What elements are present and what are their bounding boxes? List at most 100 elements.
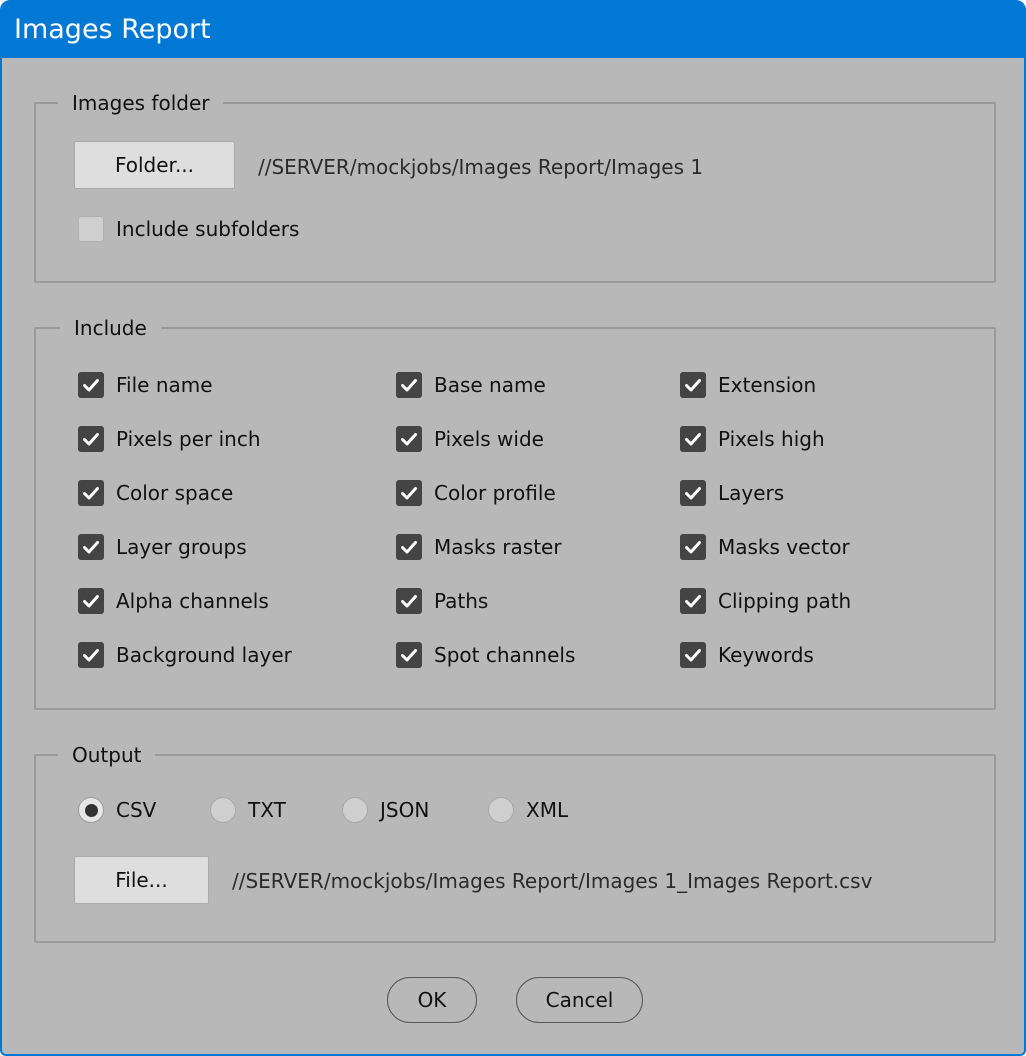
window-title: Images Report [14, 14, 211, 45]
check-icon [684, 538, 702, 556]
checkbox-box[interactable] [396, 642, 422, 668]
checkbox-pixels-per-inch[interactable]: Pixels per inch [78, 426, 261, 452]
checkbox-box[interactable] [680, 372, 706, 398]
checkbox-label: Layers [718, 481, 785, 505]
checkbox-alpha-channels[interactable]: Alpha channels [78, 588, 269, 614]
checkbox-label: Paths [434, 589, 489, 613]
checkbox-box[interactable] [396, 480, 422, 506]
file-button[interactable]: File... [74, 856, 209, 904]
check-icon [82, 376, 100, 394]
cancel-button[interactable]: Cancel [516, 977, 643, 1023]
checkbox-box[interactable] [680, 642, 706, 668]
check-icon [82, 430, 100, 448]
checkbox-layer-groups[interactable]: Layer groups [78, 534, 247, 560]
checkbox-base-name[interactable]: Base name [396, 372, 546, 398]
radio-json[interactable]: JSON [342, 797, 429, 823]
check-icon [82, 484, 100, 502]
checkbox-label: Pixels high [718, 427, 825, 451]
include-subfolders-box[interactable] [78, 216, 104, 242]
checkbox-clipping-path[interactable]: Clipping path [680, 588, 851, 614]
radio-txt[interactable]: TXT [210, 797, 286, 823]
checkbox-box[interactable] [680, 534, 706, 560]
checkbox-label: File name [116, 373, 213, 397]
checkbox-pixels-wide[interactable]: Pixels wide [396, 426, 544, 452]
check-icon [684, 592, 702, 610]
images-report-dialog: Images Report Images folder Folder... //… [0, 0, 1026, 1056]
checkbox-masks-raster[interactable]: Masks raster [396, 534, 562, 560]
check-icon [684, 484, 702, 502]
checkbox-background-layer[interactable]: Background layer [78, 642, 292, 668]
checkbox-box[interactable] [396, 426, 422, 452]
checkbox-label: Clipping path [718, 589, 852, 613]
folder-button[interactable]: Folder... [74, 141, 235, 189]
check-icon [684, 646, 702, 664]
title-bar: Images Report [2, 0, 1024, 58]
checkbox-box[interactable] [680, 588, 706, 614]
checkbox-box[interactable] [396, 588, 422, 614]
checkbox-label: Keywords [718, 643, 814, 667]
radio-xml[interactable]: XML [488, 797, 568, 823]
checkbox-box[interactable] [396, 372, 422, 398]
check-icon [684, 430, 702, 448]
include-subfolders-label: Include subfolders [116, 217, 300, 241]
checkbox-pixels-high[interactable]: Pixels high [680, 426, 825, 452]
checkbox-label: Color profile [434, 481, 556, 505]
checkbox-box[interactable] [680, 426, 706, 452]
checkbox-masks-vector[interactable]: Masks vector [680, 534, 850, 560]
checkbox-label: Pixels wide [434, 427, 544, 451]
checkbox-paths[interactable]: Paths [396, 588, 488, 614]
radio-circle[interactable] [342, 797, 368, 823]
check-icon [400, 430, 418, 448]
ok-button[interactable]: OK [387, 977, 477, 1023]
checkbox-color-profile[interactable]: Color profile [396, 480, 556, 506]
checkbox-label: Layer groups [116, 535, 247, 559]
output-group: Output [34, 740, 996, 943]
checkbox-layers[interactable]: Layers [680, 480, 784, 506]
checkbox-box[interactable] [680, 480, 706, 506]
output-file-path: //SERVER/mockjobs/Images Report/Images 1… [232, 869, 873, 893]
checkbox-box[interactable] [78, 534, 104, 560]
checkbox-extension[interactable]: Extension [680, 372, 816, 398]
check-icon [400, 592, 418, 610]
checkbox-spot-channels[interactable]: Spot channels [396, 642, 575, 668]
checkbox-label: Masks raster [434, 535, 562, 559]
check-icon [82, 538, 100, 556]
checkbox-label: Extension [718, 373, 817, 397]
checkbox-file-name[interactable]: File name [78, 372, 213, 398]
images-folder-path: //SERVER/mockjobs/Images Report/Images 1 [258, 155, 704, 179]
checkbox-label: Masks vector [718, 535, 850, 559]
checkbox-label: Pixels per inch [116, 427, 261, 451]
radio-label: XML [526, 798, 569, 822]
radio-circle[interactable] [78, 797, 104, 823]
radio-label: CSV [116, 798, 157, 822]
checkbox-box[interactable] [396, 534, 422, 560]
include-legend: Include [60, 313, 161, 343]
checkbox-label: Color space [116, 481, 234, 505]
radio-csv[interactable]: CSV [78, 797, 156, 823]
checkbox-color-space[interactable]: Color space [78, 480, 233, 506]
checkbox-box[interactable] [78, 642, 104, 668]
output-legend: Output [58, 740, 156, 770]
images-folder-group: Images folder [34, 88, 996, 283]
radio-circle[interactable] [210, 797, 236, 823]
checkbox-keywords[interactable]: Keywords [680, 642, 814, 668]
radio-label: TXT [248, 798, 286, 822]
check-icon [684, 376, 702, 394]
checkbox-box[interactable] [78, 588, 104, 614]
check-icon [82, 592, 100, 610]
check-icon [400, 376, 418, 394]
check-icon [400, 538, 418, 556]
checkbox-label: Alpha channels [116, 589, 269, 613]
include-subfolders-checkbox[interactable]: Include subfolders [78, 216, 299, 242]
checkbox-box[interactable] [78, 372, 104, 398]
check-icon [400, 646, 418, 664]
check-icon [82, 646, 100, 664]
checkbox-label: Spot channels [434, 643, 576, 667]
radio-circle[interactable] [488, 797, 514, 823]
checkbox-box[interactable] [78, 426, 104, 452]
radio-label: JSON [380, 798, 430, 822]
checkbox-label: Base name [434, 373, 546, 397]
checkbox-label: Background layer [116, 643, 292, 667]
checkbox-box[interactable] [78, 480, 104, 506]
images-folder-legend: Images folder [58, 88, 224, 118]
